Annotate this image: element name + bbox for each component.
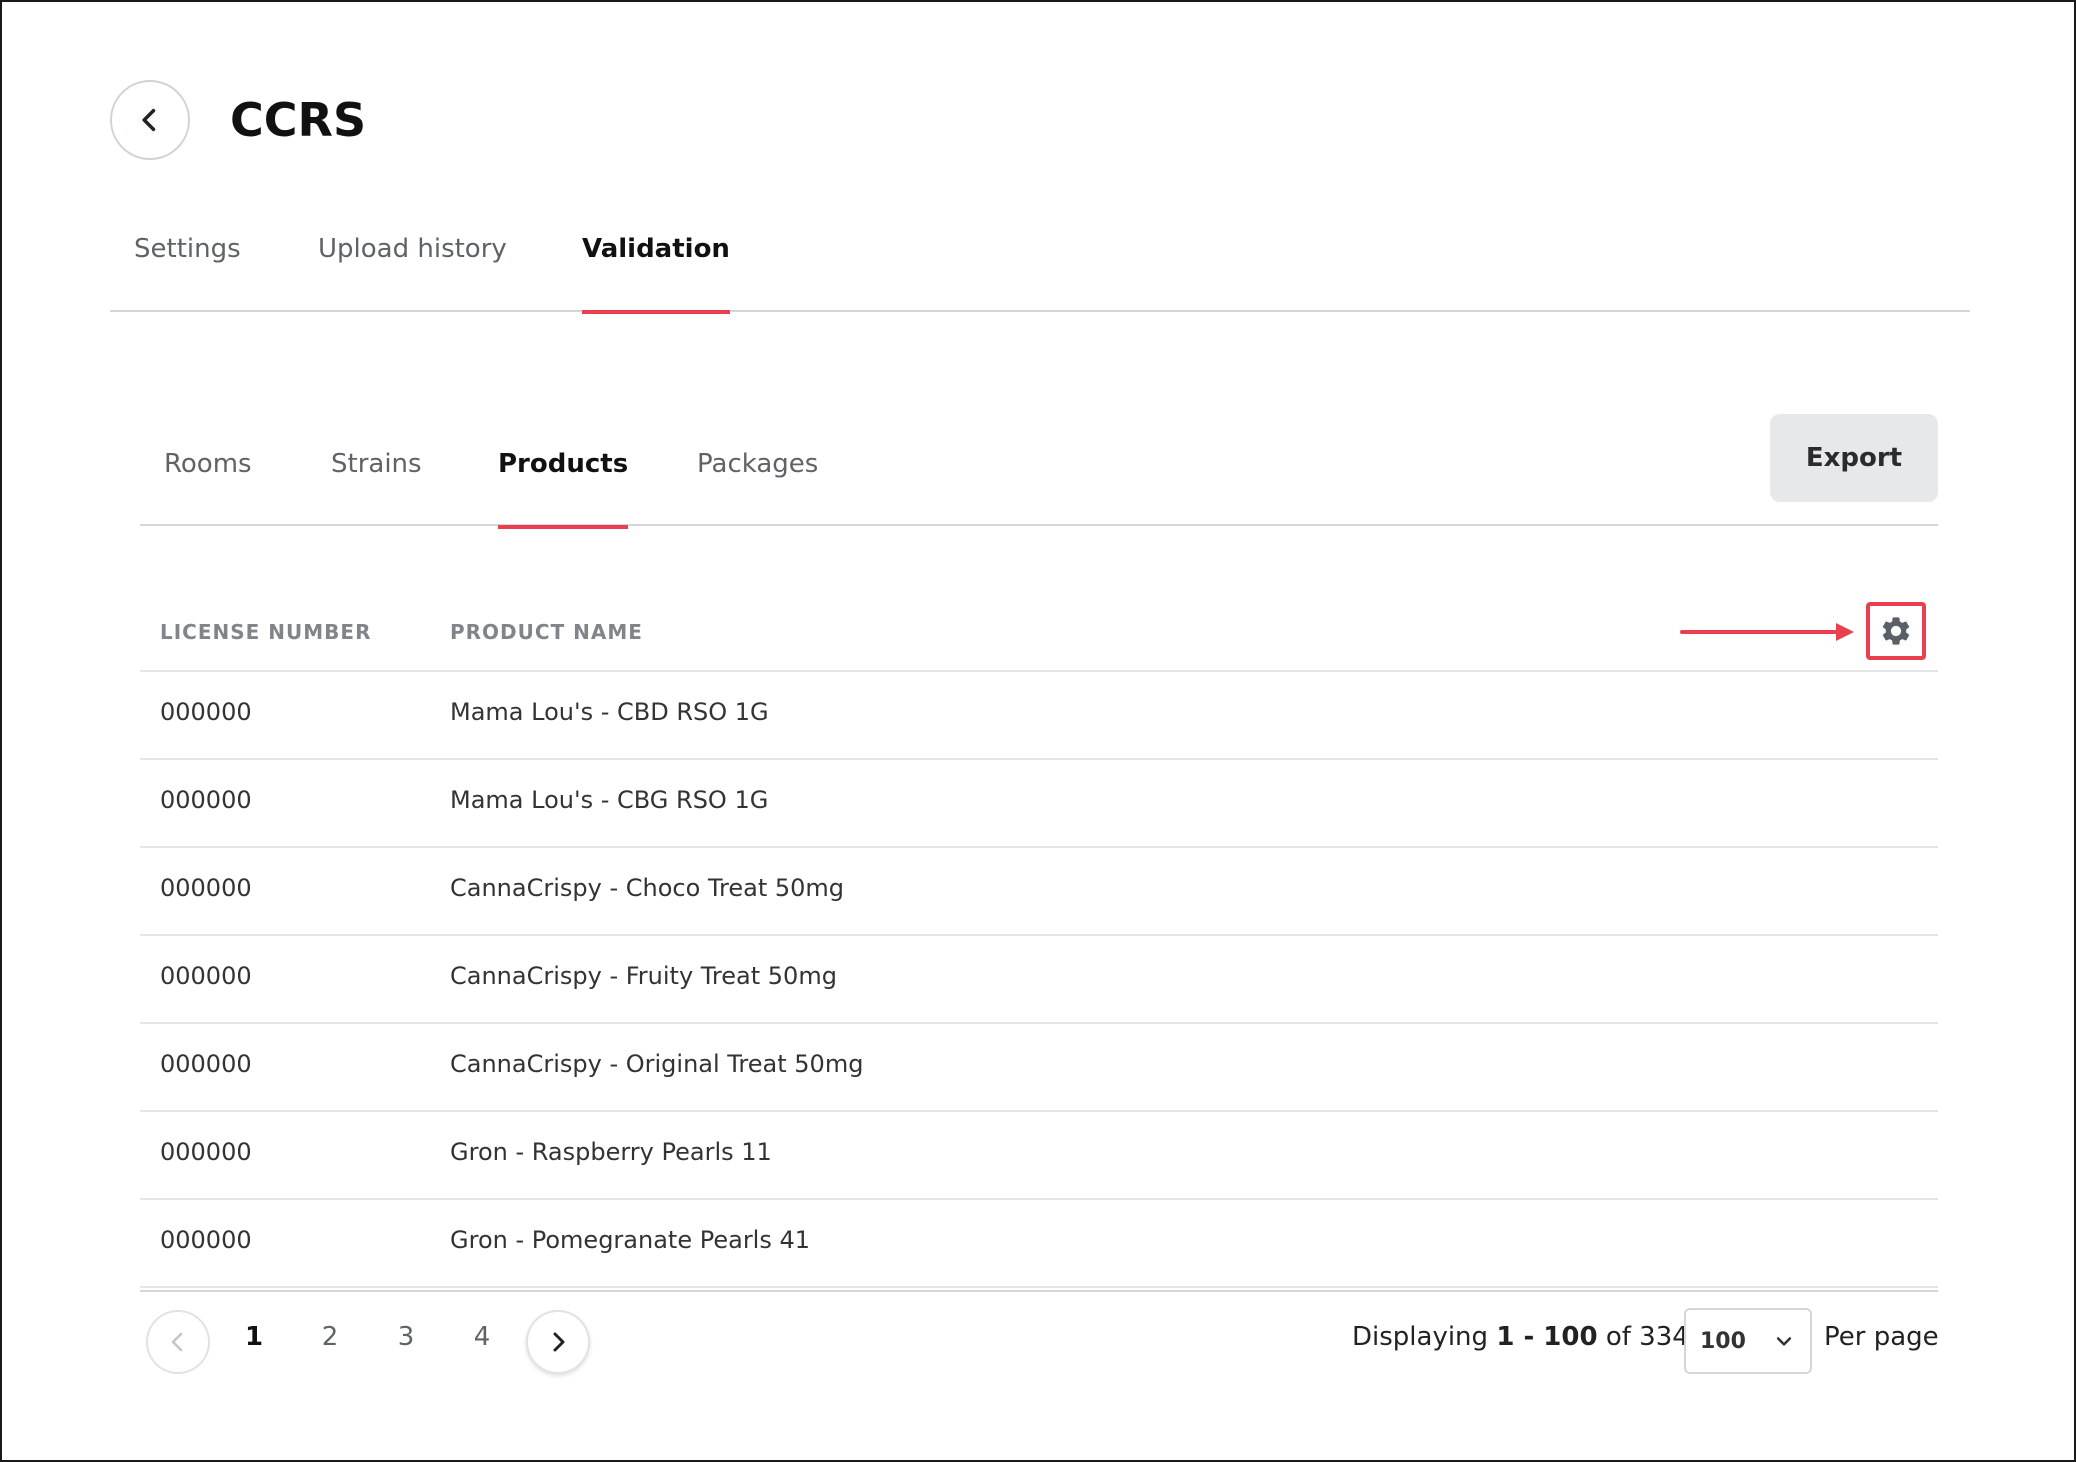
license-number-cell: 000000 bbox=[160, 874, 252, 902]
table-footer-divider bbox=[140, 1290, 1938, 1292]
tab-packages[interactable]: Packages bbox=[697, 440, 818, 527]
license-number-cell: 000000 bbox=[160, 1138, 252, 1166]
table-row[interactable]: 000000 Gron - Pomegranate Pearls 41 bbox=[140, 1200, 1938, 1288]
sub-tabs: Rooms Strains Products Packages bbox=[140, 440, 1938, 529]
previous-page-button[interactable] bbox=[146, 1310, 210, 1374]
tab-settings[interactable]: Settings bbox=[134, 225, 241, 312]
product-name-cell: CannaCrispy - Choco Treat 50mg bbox=[450, 874, 845, 902]
per-page-label: Per page bbox=[1824, 1322, 1939, 1352]
table-row[interactable]: 000000 Mama Lou's - CBG RSO 1G bbox=[140, 760, 1938, 848]
chevron-left-icon bbox=[171, 1332, 183, 1352]
page-4-button[interactable]: 4 bbox=[467, 1322, 497, 1352]
license-number-cell: 000000 bbox=[160, 1226, 252, 1254]
product-name-cell: Gron - Raspberry Pearls 11 bbox=[450, 1138, 772, 1166]
product-name-cell: Gron - Pomegranate Pearls 41 bbox=[450, 1226, 811, 1254]
table-row[interactable]: 000000 CannaCrispy - Fruity Treat 50mg bbox=[140, 936, 1938, 1024]
tab-products[interactable]: Products bbox=[498, 440, 629, 529]
displaying-summary: Displaying 1 - 100 of 334 bbox=[1352, 1322, 1689, 1352]
product-name-cell: CannaCrispy - Fruity Treat 50mg bbox=[450, 962, 837, 990]
export-button[interactable]: Export bbox=[1770, 414, 1938, 502]
license-number-cell: 000000 bbox=[160, 786, 252, 814]
column-header-product-name[interactable]: PRODUCT NAME bbox=[450, 620, 643, 644]
back-button[interactable] bbox=[110, 80, 190, 160]
displaying-total: 334 bbox=[1639, 1322, 1689, 1352]
license-number-cell: 000000 bbox=[160, 1050, 252, 1078]
column-header-license-number[interactable]: LICENSE NUMBER bbox=[160, 620, 371, 644]
license-number-cell: 000000 bbox=[160, 962, 252, 990]
tab-upload-history[interactable]: Upload history bbox=[318, 225, 507, 312]
main-tabs: Settings Upload history Validation bbox=[110, 225, 1970, 314]
chevron-down-icon bbox=[1776, 1337, 1792, 1346]
page-title: CCRS bbox=[230, 93, 367, 147]
table-row[interactable]: 000000 Gron - Raspberry Pearls 11 bbox=[140, 1112, 1938, 1200]
chevron-right-icon bbox=[553, 1332, 565, 1352]
page-1-button[interactable]: 1 bbox=[239, 1322, 269, 1352]
product-name-cell: Mama Lou's - CBG RSO 1G bbox=[450, 786, 769, 814]
displaying-prefix: Displaying bbox=[1352, 1322, 1489, 1352]
table-header: LICENSE NUMBER PRODUCT NAME bbox=[140, 596, 1938, 672]
license-number-cell: 000000 bbox=[160, 698, 252, 726]
product-name-cell: Mama Lou's - CBD RSO 1G bbox=[450, 698, 769, 726]
table-row[interactable]: 000000 Mama Lou's - CBD RSO 1G bbox=[140, 672, 1938, 760]
chevron-left-icon bbox=[142, 108, 156, 132]
table-row[interactable]: 000000 CannaCrispy - Choco Treat 50mg bbox=[140, 848, 1938, 936]
tab-validation[interactable]: Validation bbox=[582, 225, 730, 314]
displaying-range: 1 - 100 bbox=[1496, 1322, 1598, 1352]
products-table: LICENSE NUMBER PRODUCT NAME 000000 Mama … bbox=[140, 596, 1938, 1288]
page-2-button[interactable]: 2 bbox=[315, 1322, 345, 1352]
table-row[interactable]: 000000 CannaCrispy - Original Treat 50mg bbox=[140, 1024, 1938, 1112]
tab-strains[interactable]: Strains bbox=[331, 440, 422, 527]
page-3-button[interactable]: 3 bbox=[391, 1322, 421, 1352]
next-page-button[interactable] bbox=[526, 1310, 590, 1374]
per-page-select[interactable]: 100 bbox=[1684, 1308, 1812, 1374]
displaying-of: of bbox=[1605, 1322, 1631, 1352]
product-name-cell: CannaCrispy - Original Treat 50mg bbox=[450, 1050, 864, 1078]
per-page-value: 100 bbox=[1700, 1328, 1746, 1354]
tab-rooms[interactable]: Rooms bbox=[164, 440, 252, 527]
